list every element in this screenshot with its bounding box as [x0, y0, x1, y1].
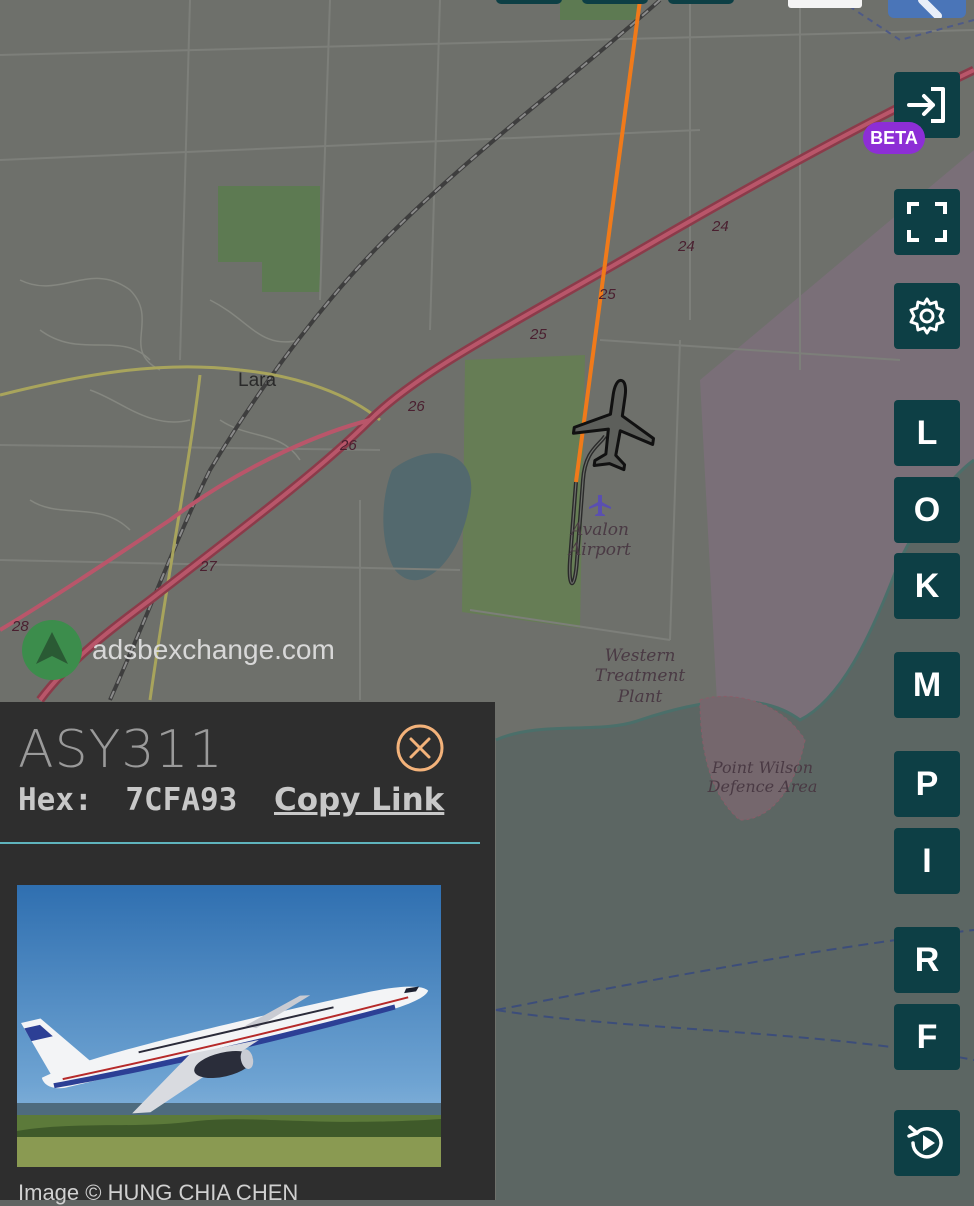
toggle-button-r[interactable]: R	[894, 927, 960, 993]
toggle-button-m[interactable]: M	[894, 652, 960, 718]
town-label-lara: Lara	[238, 370, 277, 391]
aircraft-photo-image	[17, 885, 441, 1167]
close-icon	[396, 724, 444, 772]
toggle-button-l[interactable]: L	[894, 400, 960, 466]
road-number: 24	[712, 218, 729, 235]
road-number: 26	[340, 437, 357, 454]
toggle-button-i[interactable]: I	[894, 828, 960, 894]
road-number: 27	[200, 558, 217, 575]
top-search-button[interactable]	[888, 0, 966, 20]
toggle-button-o[interactable]: O	[894, 477, 960, 543]
hex-row: Hex: 7CFA93	[18, 782, 237, 818]
fullscreen-icon	[907, 202, 947, 242]
airport-label: Avalon Airport	[569, 520, 631, 561]
settings-button[interactable]	[894, 283, 960, 349]
wrench-icon	[918, 0, 942, 20]
hex-value: 7CFA93	[125, 782, 238, 818]
aircraft-info-panel: ASY311 Hex: 7CFA93 Copy Link Image © HUN…	[0, 702, 495, 1205]
top-toolbar-button[interactable]	[582, 0, 648, 4]
callsign: ASY311	[18, 720, 224, 780]
airplane-icon	[571, 378, 655, 472]
road-number: 24	[678, 238, 695, 255]
top-toolbar-button[interactable]	[668, 0, 734, 4]
replay-icon	[907, 1125, 943, 1159]
fullscreen-button[interactable]	[894, 189, 960, 255]
toggle-button-p[interactable]: P	[894, 751, 960, 817]
login-icon	[907, 87, 945, 123]
top-toolbar-button[interactable]	[496, 0, 562, 4]
poi-label-western-treatment-plant: Western Treatment Plant	[594, 646, 686, 707]
panel-divider	[0, 842, 480, 844]
copy-link-button[interactable]: Copy Link	[274, 782, 444, 818]
adsbexchange-logo-icon	[22, 620, 82, 680]
road-number: 25	[530, 326, 547, 343]
aircraft-marker[interactable]	[570, 375, 660, 475]
toggle-button-k[interactable]: K	[894, 553, 960, 619]
close-panel-button[interactable]	[396, 724, 444, 772]
replay-button[interactable]	[894, 1110, 960, 1176]
road-number: 26	[408, 398, 425, 415]
toggle-button-f[interactable]: F	[894, 1004, 960, 1070]
road-number: 25	[599, 286, 616, 303]
hex-label: Hex:	[18, 782, 93, 818]
poi-label-point-wilson: Point Wilson Defence Area	[707, 758, 818, 797]
gear-icon	[909, 297, 945, 335]
aircraft-photo[interactable]	[17, 885, 441, 1167]
adsbexchange-watermark: adsbexchange.com	[22, 620, 335, 680]
photo-credit: Image © HUNG CHIA CHEN	[18, 1180, 299, 1205]
top-white-button[interactable]	[788, 0, 862, 8]
beta-badge: BETA	[863, 122, 925, 154]
